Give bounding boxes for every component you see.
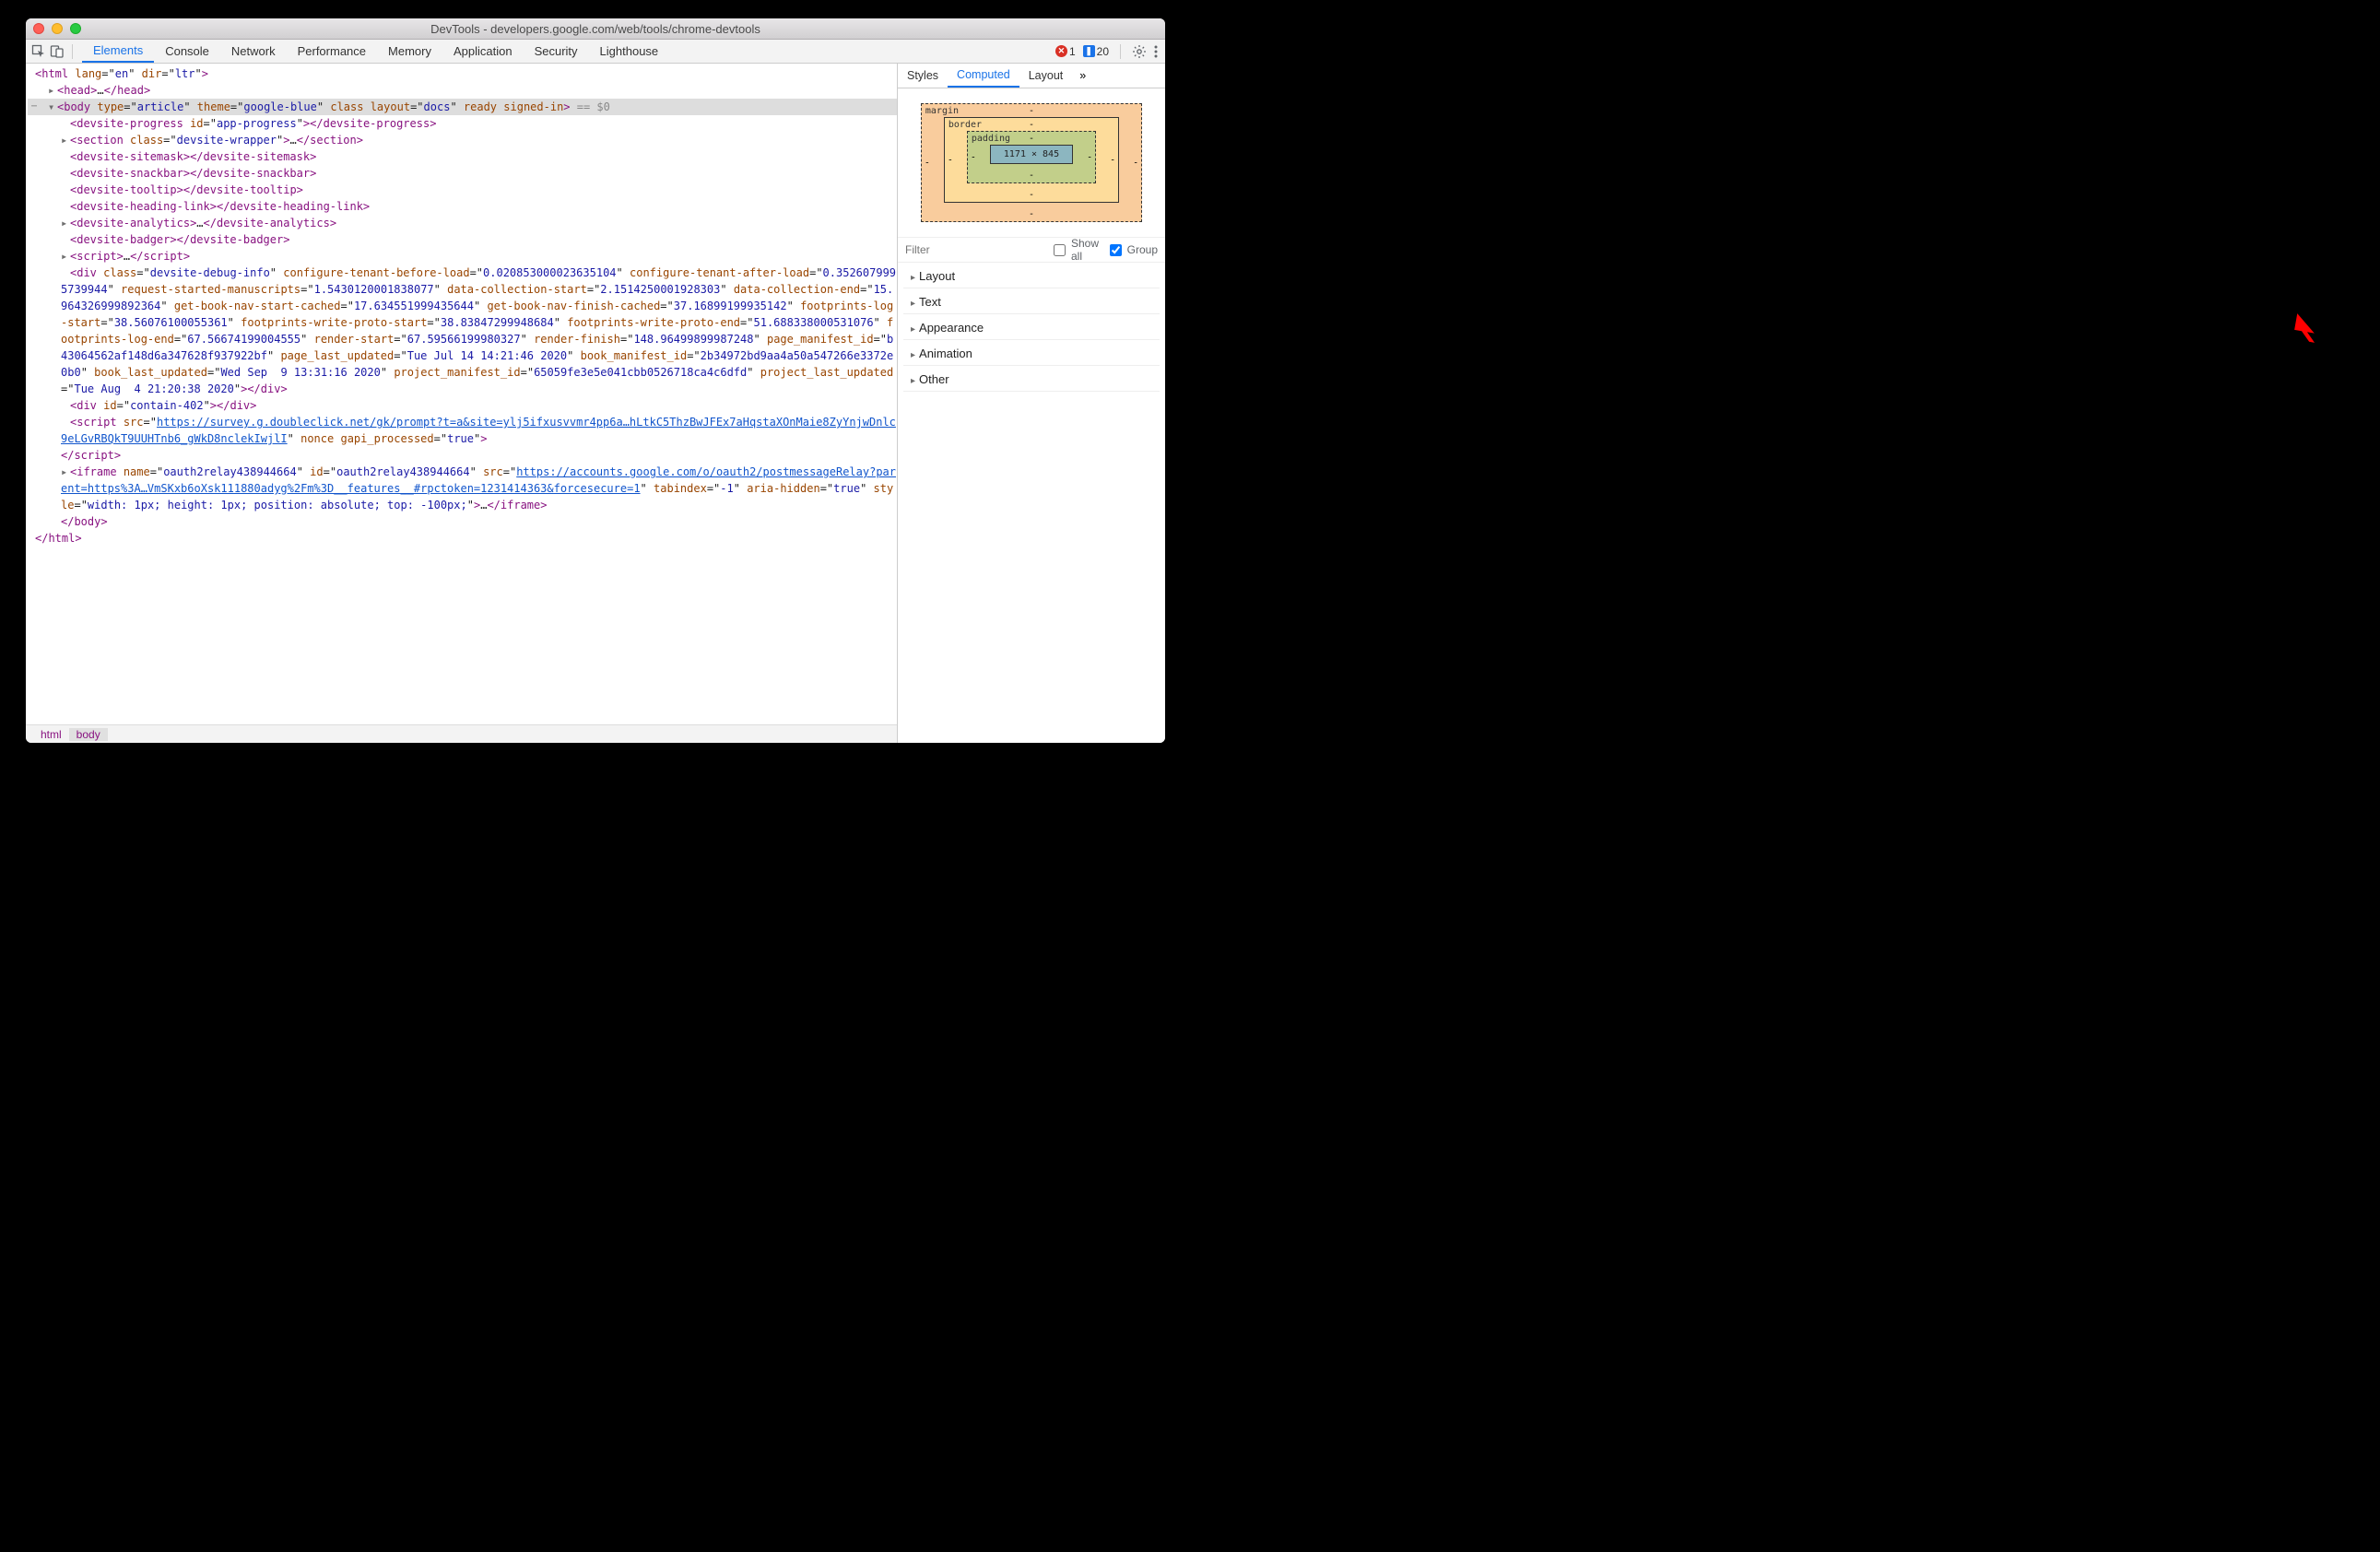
box-content-size: 1171 × 845: [990, 145, 1073, 164]
device-toggle-icon[interactable]: [50, 44, 65, 59]
close-icon[interactable]: [33, 23, 44, 34]
window-title: DevTools - developers.google.com/web/too…: [26, 22, 1165, 36]
message-count-label: 20: [1097, 45, 1109, 58]
group-checkbox[interactable]: [1110, 244, 1122, 256]
message-icon: ❚: [1083, 45, 1095, 57]
sidebar-tabs: Styles Computed Layout »: [898, 64, 1165, 88]
tab-application[interactable]: Application: [442, 40, 524, 63]
more-tabs-icon[interactable]: »: [1072, 69, 1093, 82]
styles-sidebar: Styles Computed Layout » margin ---- bor…: [898, 64, 1165, 743]
side-tab-layout[interactable]: Layout: [1019, 64, 1073, 88]
tab-lighthouse[interactable]: Lighthouse: [589, 40, 670, 63]
breadcrumb: html body: [26, 724, 897, 743]
devtools-window: DevTools - developers.google.com/web/too…: [26, 18, 1165, 743]
error-count[interactable]: ✕ 1: [1055, 45, 1076, 58]
error-count-label: 1: [1069, 45, 1076, 58]
dom-tree[interactable]: <html lang="en" dir="ltr">▸<head>…</head…: [26, 64, 897, 724]
side-tab-computed[interactable]: Computed: [948, 64, 1019, 88]
error-icon: ✕: [1055, 45, 1067, 57]
section-layout[interactable]: Layout: [903, 265, 1160, 288]
box-model[interactable]: margin ---- border ---- padding ---- 117…: [898, 88, 1165, 237]
elements-panel: <html lang="en" dir="ltr">▸<head>…</head…: [26, 64, 898, 743]
tab-performance[interactable]: Performance: [287, 40, 377, 63]
filter-input[interactable]: [905, 243, 1048, 256]
kebab-icon[interactable]: [1154, 44, 1158, 59]
divider: [72, 44, 73, 59]
divider: [1120, 44, 1121, 59]
section-animation[interactable]: Animation: [903, 342, 1160, 366]
traffic-lights: [26, 23, 81, 34]
panel-tabs: Elements Console Network Performance Mem…: [82, 40, 669, 63]
box-border-label: border: [948, 120, 982, 130]
tab-elements[interactable]: Elements: [82, 40, 154, 63]
filter-row: Show all Group: [898, 237, 1165, 263]
show-all-label: Show all: [1071, 237, 1104, 263]
tab-memory[interactable]: Memory: [377, 40, 442, 63]
section-text[interactable]: Text: [903, 290, 1160, 314]
box-margin-label: margin: [925, 106, 959, 116]
inspect-element-icon[interactable]: [31, 44, 46, 59]
annotation-arrow-icon: [2290, 310, 2323, 343]
tab-security[interactable]: Security: [524, 40, 589, 63]
tab-console[interactable]: Console: [154, 40, 220, 63]
computed-sections: Layout Text Appearance Animation Other: [898, 263, 1165, 743]
box-padding-label: padding: [972, 134, 1010, 144]
section-appearance[interactable]: Appearance: [903, 316, 1160, 340]
main-toolbar: Elements Console Network Performance Mem…: [26, 40, 1165, 64]
crumb-html[interactable]: html: [33, 728, 69, 741]
content-area: <html lang="en" dir="ltr">▸<head>…</head…: [26, 64, 1165, 743]
group-label: Group: [1127, 243, 1158, 256]
section-other[interactable]: Other: [903, 368, 1160, 392]
gear-icon[interactable]: [1132, 44, 1147, 59]
side-tab-styles[interactable]: Styles: [898, 64, 948, 88]
crumb-body[interactable]: body: [69, 728, 108, 741]
message-count[interactable]: ❚ 20: [1083, 45, 1109, 58]
show-all-checkbox[interactable]: [1054, 244, 1066, 256]
zoom-icon[interactable]: [70, 23, 81, 34]
minimize-icon[interactable]: [52, 23, 63, 34]
titlebar: DevTools - developers.google.com/web/too…: [26, 18, 1165, 40]
tab-network[interactable]: Network: [220, 40, 287, 63]
